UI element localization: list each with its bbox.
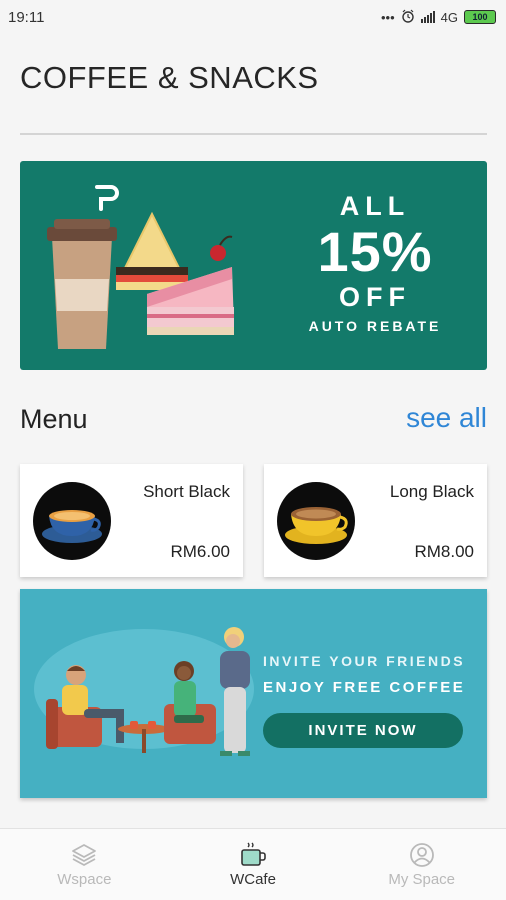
invite-now-button[interactable]: INVITE NOW — [263, 713, 463, 748]
status-time: 19:11 — [8, 8, 45, 26]
battery-icon: 100 — [464, 10, 496, 24]
blue-espresso-cup-icon — [33, 482, 111, 560]
signal-icon — [420, 11, 435, 23]
coffee-snacks-illustration — [47, 185, 234, 349]
coffee-cup-icon — [239, 841, 267, 869]
title-divider — [20, 133, 487, 135]
nav-label: WCafe — [230, 871, 276, 888]
menu-item-name: Short Black — [143, 482, 230, 501]
menu-item-name: Long Black — [389, 482, 474, 501]
promo-line-off: OFF — [339, 282, 411, 312]
menu-item-price: RM8.00 — [414, 542, 474, 561]
nav-item-wspace[interactable]: Wspace — [0, 829, 169, 900]
nav-label: Wspace — [57, 871, 112, 888]
menu-heading: Menu — [20, 404, 88, 434]
promo-banner[interactable]: ALL 15% OFF AUTO REBATE — [20, 161, 487, 370]
menu-item-long-black[interactable]: Long Black RM8.00 — [264, 464, 487, 577]
promo-percent: 15% — [317, 220, 433, 283]
promo-auto-rebate: AUTO REBATE — [308, 318, 442, 334]
invite-subheadline: ENJOY FREE COFFEE — [263, 679, 466, 696]
promo-text: ALL 15% OFF AUTO REBATE — [275, 191, 475, 334]
yellow-coffee-cup-icon — [277, 482, 355, 560]
menu-item-price: RM6.00 — [170, 542, 230, 561]
nav-item-wcafe[interactable]: WCafe — [169, 829, 338, 900]
layers-icon — [70, 841, 98, 869]
invite-headline: INVITE YOUR FRIENDS — [263, 653, 466, 669]
menu-item-short-black[interactable]: Short Black RM6.00 — [20, 464, 243, 577]
friends-illustration — [34, 627, 254, 756]
battery-level: 100 — [472, 12, 488, 22]
page-title: COFFEE & SNACKS — [20, 60, 319, 95]
alarm-icon — [401, 9, 415, 26]
promo-line-all: ALL — [339, 191, 411, 221]
invite-banner[interactable]: INVITE YOUR FRIENDS ENJOY FREE COFFEE IN… — [20, 589, 487, 798]
user-icon — [408, 841, 436, 869]
network-type: 4G — [440, 9, 458, 25]
nav-item-my-space[interactable]: My Space — [337, 829, 506, 900]
bottom-nav: Wspace WCafe My Space — [0, 828, 506, 900]
see-all-link[interactable]: see all — [406, 402, 487, 434]
nav-label: My Space — [388, 871, 456, 888]
status-icons: ••• 4G 100 — [381, 9, 496, 26]
more-dots-icon: ••• — [381, 9, 395, 25]
status-bar: 19:11 ••• 4G 100 — [0, 0, 506, 34]
